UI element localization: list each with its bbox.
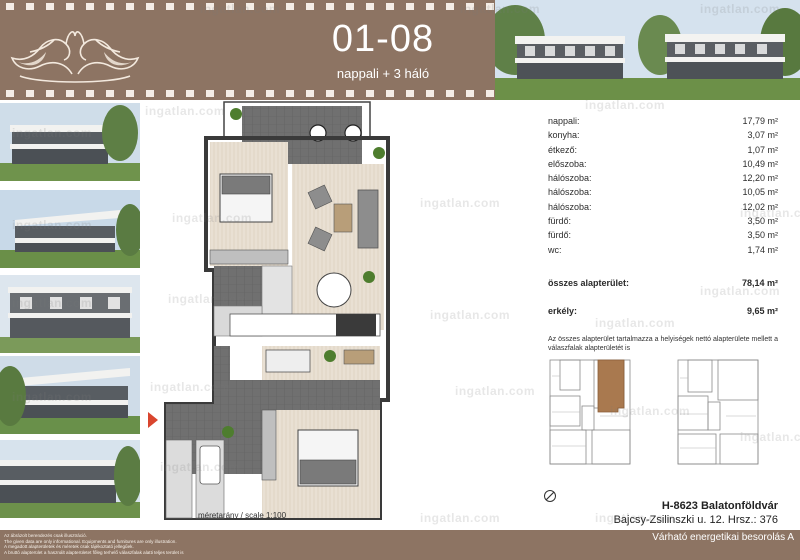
watermark: ingatlan.com [12,218,93,232]
watermark: ingatlan.com [420,511,501,525]
watermark: ingatlan.com [595,316,676,330]
area-row: étkező: 1,07 m² [548,145,778,159]
room-area: 10,49 m² [742,158,778,169]
bathroom-1 [165,439,193,519]
room-area: 3,07 m² [747,130,778,141]
room-name: fürdő: [548,216,572,227]
balcony-area-value: 9,65 m² [746,306,778,316]
watermark: ingatlan.com [12,296,93,310]
north-arrow-icon [544,490,556,502]
disclaimer-line: A bruttó alapterület a használt alapterü… [4,549,184,555]
thumbnail-photo [0,103,140,181]
area-row: konyha: 3,07 m² [548,130,778,144]
plant [363,271,375,283]
unit-number: 01-08 [331,18,435,60]
room-area: 3,50 m² [747,230,778,241]
watermark: ingatlan.com [740,430,800,444]
disclaimer: Az ábrázolt berendezés csak illusztráció… [4,533,334,555]
total-area-label: összes alapterület: [548,278,630,288]
swan-logo [10,31,140,83]
watermark: ingatlan.com [12,390,93,404]
room-name: hálószoba: [548,173,592,184]
area-note: Az összes alapterület tartalmazza a hely… [548,336,778,352]
room-name: wc: [548,244,562,255]
room-area: 1,07 m² [747,144,778,155]
room-name: nappali: [548,116,580,126]
film-holes-bottom [0,90,495,97]
balcony-area-label: erkély: [548,306,578,316]
wardrobe [261,409,277,481]
dining-table [316,272,352,308]
room-name: konyha: [548,130,580,141]
unit-rooms: nappali + 3 háló [336,66,430,81]
watermark: ingatlan.com [430,308,511,322]
cooktop [336,314,376,336]
room-name: étkező: [548,144,578,155]
sofa [357,189,379,249]
watermark: ingatlan.com [460,2,541,16]
room-name: előszoba: [548,158,587,169]
footer: Az ábrázolt berendezés csak illusztráció… [0,530,800,560]
wardrobe [209,249,289,265]
energy-rating: Várható energetikai besorolás A [652,532,794,543]
entry-arrow [148,412,158,428]
area-row: hálószoba: 12,20 m² [548,173,778,187]
room-name: hálószoba: [548,187,592,198]
watermark: ingatlan.com [420,196,501,210]
area-row: előszoba: 10,49 m² [548,159,778,173]
area-row: hálószoba: 10,05 m² [548,187,778,201]
watermark: ingatlan.com [168,292,249,306]
watermark: ingatlan.com [160,460,241,474]
watermark: ingatlan.com [172,211,253,225]
plant [373,147,385,159]
watermark: ingatlan.com [700,284,781,298]
watermark: ingatlan.com [200,2,281,16]
watermark: ingatlan.com [610,404,691,418]
watermark: ingatlan.com [145,104,226,118]
bed-blanket [299,459,357,485]
thumbnail-photo [0,275,140,353]
watermark: ingatlan.com [12,126,93,140]
coffee-table [333,203,353,233]
scale-label: méretarány / scale 1:100 [198,511,287,520]
floor-plan [148,100,393,522]
room-area: 17,79 m² [742,116,778,126]
header: 01-08 nappali + 3 háló [0,0,800,100]
address-city: H-8623 Balatonföldvár [661,500,778,512]
thumbnail-photo [0,440,140,518]
area-row: wc: 1,74 m² [548,245,778,259]
watermark: ingatlan.com [585,98,666,112]
watermark: ingatlan.com [150,380,231,394]
bed [265,349,311,373]
desk [343,349,375,365]
watermark: ingatlan.com [740,206,800,220]
room-area: 12,20 m² [742,173,778,184]
room-name: fürdő: [548,230,572,241]
watermark: ingatlan.com [595,511,676,525]
watermark: ingatlan.com [455,384,536,398]
bathroom-small [261,265,293,315]
room-area: 1,74 m² [747,244,778,255]
area-row: fürdő: 3,50 m² [548,230,778,244]
room-area: 10,05 m² [742,187,778,198]
balcony-area-row: erkély: 9,65 m² [548,306,778,316]
watermark: ingatlan.com [700,2,781,16]
plant [324,350,336,362]
area-row: nappali: 17,79 m² [548,116,778,130]
bed-blanket [221,175,271,195]
room-name: hálószoba: [548,201,592,212]
plant [230,108,242,120]
building-thumbnails [0,103,140,530]
watermark: ingatlan.com [300,396,381,410]
plant [222,426,234,438]
area-table: nappali: 17,79 m² konyha: 3,07 m² étkező: 1,0… [548,116,778,259]
